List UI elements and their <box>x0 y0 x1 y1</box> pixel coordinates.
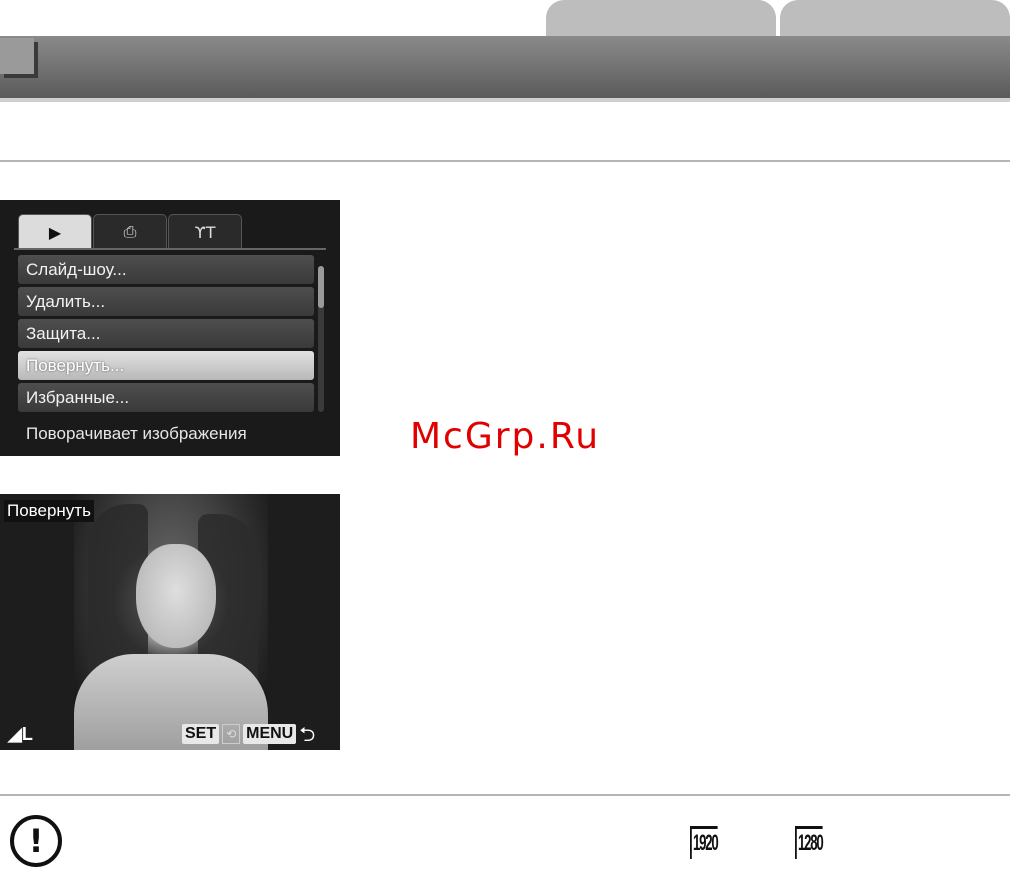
set-key[interactable]: SET <box>182 724 220 744</box>
header-corner-marker <box>0 38 34 74</box>
menu-scrollbar[interactable] <box>318 266 324 412</box>
print-tab[interactable]: ⎙ <box>93 214 167 249</box>
camera-menu-screen: ▶ ⎙ ϒT Слайд-шоу... Удалить... Защита...… <box>0 200 340 456</box>
camera-menu-tabs: ▶ ⎙ ϒT <box>18 214 243 249</box>
image-size-icon: ◢L <box>8 724 33 744</box>
tab-underline <box>14 248 326 250</box>
divider-top <box>0 160 1010 162</box>
photo-shape <box>136 544 216 648</box>
menu-item-rotate[interactable]: Повернуть... <box>18 351 314 380</box>
warning-icon: ! <box>10 815 62 867</box>
section-header-bar <box>0 36 1010 98</box>
menu-item-delete[interactable]: Удалить... <box>18 287 314 316</box>
playback-tab[interactable]: ▶ <box>18 214 92 249</box>
photo-preview <box>74 494 268 750</box>
top-tab-left <box>546 0 776 36</box>
warning-glyph: ! <box>28 822 44 860</box>
menu-status-text: Поворачивает изображения <box>26 424 247 443</box>
rotate-icon: ⟲ <box>222 724 241 744</box>
settings-tab[interactable]: ϒT <box>168 214 242 249</box>
menu-scrollbar-thumb[interactable] <box>318 266 324 308</box>
camera-rotate-screen: Повернуть ◢L SET ⟲ MENU ⮌ <box>0 494 340 750</box>
top-tab-right <box>780 0 1010 36</box>
menu-item-favorites[interactable]: Избранные... <box>18 383 314 412</box>
rotate-screen-title: Повернуть <box>4 500 94 522</box>
watermark: McGrp.Ru <box>410 416 601 457</box>
menu-key[interactable]: MENU <box>243 724 297 744</box>
back-icon: ⮌ <box>299 722 316 746</box>
rotate-button-bar: SET ⟲ MENU ⮌ <box>182 724 315 744</box>
header-shadow <box>0 98 1010 102</box>
resolution-1920-icon: 1920 <box>690 826 719 859</box>
divider-bottom <box>0 794 1010 796</box>
print-icon: ⎙ <box>123 222 137 241</box>
tools-icon: ϒT <box>194 222 216 242</box>
resolution-1280-icon: 1280 <box>795 826 824 859</box>
menu-item-protect[interactable]: Защита... <box>18 319 314 348</box>
menu-item-slideshow[interactable]: Слайд-шоу... <box>18 255 314 284</box>
play-icon: ▶ <box>48 222 62 242</box>
